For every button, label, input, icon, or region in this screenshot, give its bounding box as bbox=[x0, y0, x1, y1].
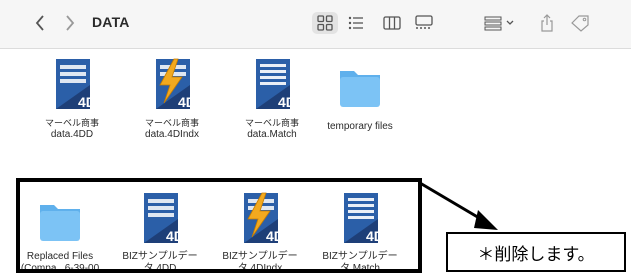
svg-text:4D: 4D bbox=[78, 94, 96, 110]
arrow-icon bbox=[419, 181, 498, 230]
delete-highlight-box bbox=[16, 178, 422, 273]
chevron-right-icon bbox=[66, 15, 75, 31]
folder-icon bbox=[330, 57, 390, 113]
file-name-line1: temporary files bbox=[327, 121, 393, 132]
file-label: マーベル商事 data.4DD bbox=[24, 117, 120, 141]
file-name-line2: data.Match bbox=[247, 129, 297, 140]
finder-toolbar: DATA bbox=[0, 0, 631, 49]
columns-icon bbox=[383, 16, 401, 30]
file-name-line2: data.4DIndx bbox=[145, 129, 199, 140]
file-name-line1: マーベル商事 bbox=[244, 118, 299, 128]
column-view-button[interactable] bbox=[380, 12, 404, 34]
chevron-left-icon bbox=[35, 15, 44, 31]
svg-text:4D: 4D bbox=[178, 94, 196, 110]
gallery-icon bbox=[415, 15, 433, 29]
delete-note-text: ＊削除します。 bbox=[477, 244, 595, 264]
grid-icon bbox=[317, 15, 333, 31]
file-item[interactable]: 4D マーベル商事 data.4DD bbox=[24, 57, 120, 141]
icon-view-button[interactable] bbox=[312, 12, 338, 34]
list-icon bbox=[348, 16, 363, 30]
group-by-button[interactable] bbox=[482, 12, 520, 34]
delete-note: ＊削除します。 bbox=[446, 232, 626, 272]
svg-text:4D: 4D bbox=[278, 94, 296, 110]
file-item[interactable]: 4D マーベル商事 data.4DIndx bbox=[124, 57, 220, 141]
folder-title: DATA bbox=[92, 14, 130, 30]
gallery-view-button[interactable] bbox=[412, 12, 436, 34]
file-name-line1: マーベル商事 bbox=[144, 118, 199, 128]
tag-icon bbox=[571, 15, 589, 32]
file-name-line1: マーベル商事 bbox=[44, 118, 99, 128]
group-icon bbox=[484, 16, 514, 31]
file-label: マーベル商事 data.Match bbox=[224, 117, 320, 141]
file-label: マーベル商事 data.4DIndx bbox=[124, 117, 220, 141]
folder-item[interactable]: temporary files bbox=[312, 57, 408, 133]
share-icon bbox=[541, 14, 553, 32]
4d-match-icon: 4D bbox=[242, 57, 302, 113]
forward-button[interactable] bbox=[60, 12, 80, 34]
tag-button[interactable] bbox=[568, 12, 592, 34]
share-button[interactable] bbox=[536, 12, 558, 34]
file-label: temporary files bbox=[312, 121, 408, 133]
4d-data-icon: 4D bbox=[42, 57, 102, 113]
file-item[interactable]: 4D マーベル商事 data.Match bbox=[224, 57, 320, 141]
file-name-line2: data.4DD bbox=[50, 129, 94, 140]
list-view-button[interactable] bbox=[344, 12, 368, 34]
4d-index-icon: 4D bbox=[142, 57, 202, 113]
back-button[interactable] bbox=[30, 12, 50, 34]
